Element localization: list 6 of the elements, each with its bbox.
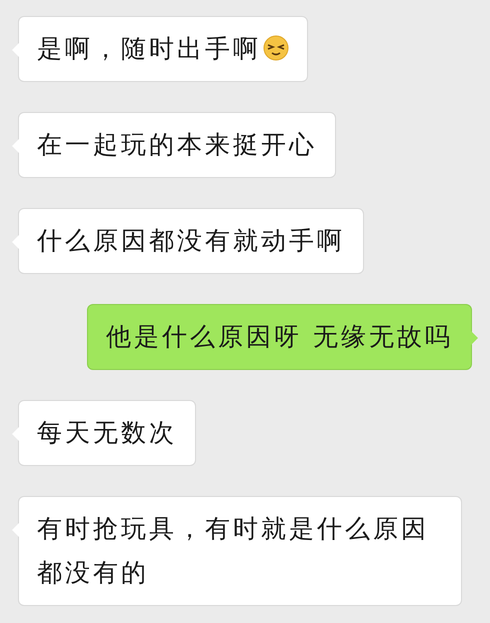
message-text: 有时抢玩具，有时就是什么原因都没有的 [37, 514, 429, 587]
message-text: 他是什么原因呀 无缘无故吗 [106, 322, 453, 351]
message-text: 每天无数次 [37, 418, 177, 447]
message-text: 什么原因都没有就动手啊 [37, 226, 345, 255]
message-text: 是啊，随时出手啊 [37, 34, 261, 63]
message-text: 在一起玩的本来挺开心 [37, 130, 317, 159]
